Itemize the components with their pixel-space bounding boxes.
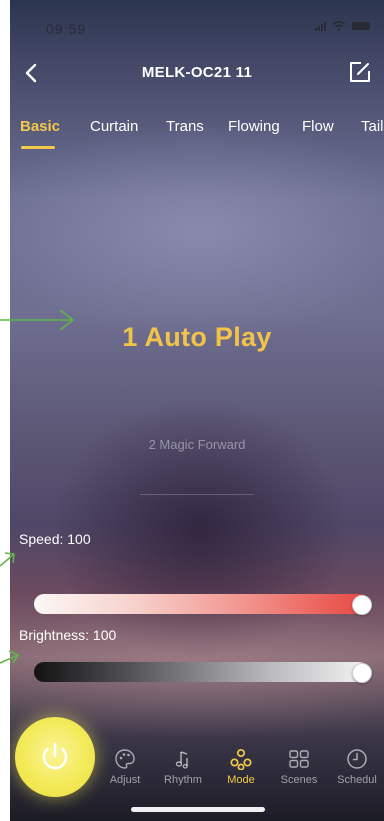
nav-item-adjust[interactable]: Adjust: [98, 748, 152, 786]
nav-item-schedule[interactable]: Schedul: [330, 748, 384, 786]
speed-slider-handle[interactable]: [352, 595, 372, 615]
tab-tail[interactable]: Tail: [361, 118, 384, 135]
wifi-icon: [332, 21, 346, 31]
tab-curtain[interactable]: Curtain: [90, 118, 138, 135]
tab-trans[interactable]: Trans: [166, 118, 204, 135]
annotation-arrow: [0, 309, 74, 331]
power-icon: [42, 742, 68, 770]
tab-basic[interactable]: Basic: [20, 118, 60, 135]
speed-label: Speed: 100: [19, 531, 91, 547]
annotation-arrow: [0, 650, 19, 664]
nav-label-schedule: Schedul: [337, 774, 377, 786]
tab-flowing[interactable]: Flowing: [228, 118, 280, 135]
nav-label-mode: Mode: [227, 774, 255, 786]
status-time: 09:59: [46, 21, 87, 37]
music-note-icon: [175, 751, 188, 769]
speed-slider[interactable]: [34, 594, 369, 614]
edit-icon: [350, 62, 370, 82]
app-screen: 09:59 MELK-OC21 11 Basic Curtain Trans F…: [10, 0, 384, 821]
power-button[interactable]: [15, 717, 95, 797]
device-title: MELK-OC21 11: [141, 64, 253, 81]
status-bar: 09:59: [10, 0, 384, 44]
palette-icon: [115, 749, 135, 769]
nav-item-mode[interactable]: Mode: [214, 748, 268, 786]
brightness-slider[interactable]: [34, 662, 369, 682]
nav-item-scenes[interactable]: Scenes: [272, 748, 326, 786]
nav-label-adjust: Adjust: [109, 774, 141, 786]
home-indicator: [131, 807, 265, 812]
signal-icon: [315, 21, 326, 31]
battery-icon: [352, 22, 370, 30]
mode-option[interactable]: 2 Magic Forward: [10, 437, 384, 452]
grid-icon: [289, 750, 309, 768]
mode-option-faded: [140, 494, 254, 495]
edit-button[interactable]: [348, 60, 374, 86]
clock-icon: [347, 749, 367, 769]
active-tab-indicator: [21, 146, 55, 149]
top-navigation: MELK-OC21 11: [10, 56, 384, 92]
mode-icon: [230, 748, 252, 770]
nav-item-rhythm[interactable]: Rhythm: [156, 748, 210, 786]
brightness-slider-handle[interactable]: [352, 663, 372, 683]
mode-tab-bar: Basic Curtain Trans Flowing Flow Tail: [10, 114, 384, 154]
nav-label-rhythm: Rhythm: [164, 774, 202, 786]
status-icons: [315, 21, 370, 31]
brightness-label: Brightness: 100: [19, 627, 117, 643]
annotation-arrow: [0, 552, 15, 567]
nav-label-scenes: Scenes: [280, 774, 318, 786]
tab-flow[interactable]: Flow: [302, 118, 334, 135]
